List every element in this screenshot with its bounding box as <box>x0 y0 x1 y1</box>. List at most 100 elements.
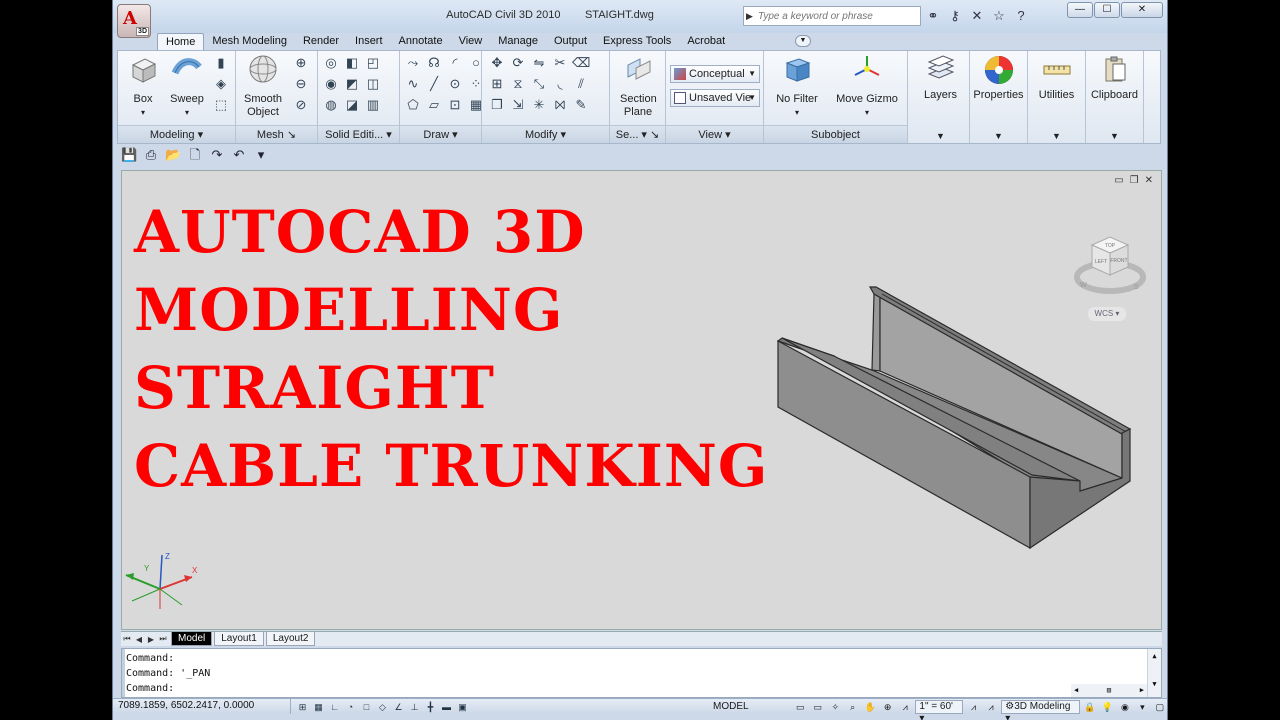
box-button[interactable]: Box ▾ <box>122 53 164 119</box>
panel-utilities[interactable]: Utilities ▼ <box>1028 51 1086 143</box>
move-gizmo-button[interactable]: Move Gizmo ▾ <box>830 53 904 119</box>
visual-style-dropdown[interactable]: Conceptual ▼ <box>670 65 760 83</box>
viewcube[interactable]: TOP LEFT FRONT W S <box>1070 227 1150 317</box>
command-line-hscrollbar[interactable]: ◀ ▥ ▶ <box>1071 684 1147 697</box>
redo-icon[interactable]: ↷ <box>209 147 225 163</box>
explode-icon[interactable]: ✳ <box>530 96 548 114</box>
no-filter-button[interactable]: No Filter ▾ <box>768 53 826 119</box>
ortho-toggle-icon[interactable]: ∟ <box>327 700 342 714</box>
3d-move-icon[interactable]: ✥ <box>488 54 506 72</box>
rectangle-icon[interactable]: ▱ <box>425 96 443 114</box>
union-icon[interactable]: ⬚ <box>212 96 230 114</box>
smooth-less-icon[interactable]: ⊖ <box>292 75 310 93</box>
tab-layout2[interactable]: Layout2 <box>265 632 316 646</box>
expand-arrow-icon[interactable]: ▶ <box>746 8 758 24</box>
binoculars-icon[interactable]: ⚭ <box>923 6 943 26</box>
tab-express-tools[interactable]: Express Tools <box>595 33 679 50</box>
dyn-toggle-icon[interactable]: ╋ <box>423 700 438 714</box>
panel-clipboard[interactable]: Clipboard ▼ <box>1086 51 1144 143</box>
3dosnap-toggle-icon[interactable]: ◇ <box>375 700 390 714</box>
qp-toggle-icon[interactable]: ▣ <box>455 700 470 714</box>
smooth-more-icon[interactable]: ⊕ <box>292 54 310 72</box>
tab-render[interactable]: Render <box>295 33 347 50</box>
tab-model[interactable]: Model <box>171 632 213 646</box>
scroll-left-icon[interactable]: ◀ <box>1074 683 1078 698</box>
section-plane-button[interactable]: Section Plane <box>614 53 662 119</box>
key-icon[interactable]: ⚷ <box>945 6 965 26</box>
panel-section-title[interactable]: Se... ▾ ↘ <box>610 125 665 143</box>
workspace-switch[interactable]: ⚙3D Modeling ▾ <box>1001 699 1080 720</box>
save-icon[interactable]: 💾 <box>121 147 137 163</box>
sweep-button[interactable]: Sweep ▾ <box>166 53 208 119</box>
panel-subobject-title[interactable]: Subobject <box>764 125 907 143</box>
next-layout-icon[interactable]: ▶ <box>145 635 157 644</box>
print-icon[interactable]: ⎙ <box>143 147 159 163</box>
scroll-thumb[interactable]: ▥ <box>1107 683 1111 698</box>
helix-icon[interactable]: ☊ <box>425 54 443 72</box>
3d-array-icon[interactable]: ⊞ <box>488 75 506 93</box>
mirror-icon[interactable]: ⧖ <box>509 75 527 93</box>
qat-dropdown-icon[interactable]: ▾ <box>253 147 269 163</box>
panel-mesh-title[interactable]: Mesh ↘ <box>236 125 317 143</box>
help-icon[interactable]: ? <box>1011 6 1031 26</box>
hardware-accel-icon[interactable]: 💡 <box>1100 700 1114 714</box>
steeringwheel-icon[interactable]: ✧ <box>828 700 842 714</box>
stretch-icon[interactable]: ⇲ <box>509 96 527 114</box>
ellipse-icon[interactable]: ⊙ <box>446 75 464 93</box>
smooth-object-button[interactable]: Smooth Object <box>240 53 286 119</box>
offset-icon[interactable]: ⫽ <box>572 75 590 93</box>
communication-center-icon[interactable]: ✕ <box>967 6 987 26</box>
command-line[interactable]: Command: Command: '_PAN Command: ▲ ▼ ◀ ▥ ▶ <box>121 648 1162 698</box>
tab-output[interactable]: Output <box>546 33 595 50</box>
application-menu-button[interactable]: A 3D <box>117 4 151 38</box>
union-solid-icon[interactable]: ◎ <box>322 54 340 72</box>
last-layout-icon[interactable]: ⏭ <box>157 634 169 644</box>
prev-layout-icon[interactable]: ◀ <box>133 635 145 644</box>
scroll-right-icon[interactable]: ▶ <box>1140 683 1144 698</box>
extrude-faces-icon[interactable]: ◫ <box>364 75 382 93</box>
polygon-icon[interactable]: ⬠ <box>404 96 422 114</box>
new-icon[interactable]: 🗋 <box>187 147 203 163</box>
tab-acrobat[interactable]: Acrobat <box>679 33 733 50</box>
extrude-icon[interactable]: ▮ <box>212 54 230 72</box>
subtract-icon[interactable]: ◉ <box>322 75 340 93</box>
saved-view-dropdown[interactable]: Unsaved Vie ▼ <box>670 89 760 107</box>
tab-mesh-modeling[interactable]: Mesh Modeling <box>204 33 295 50</box>
copy-icon[interactable]: ❐ <box>488 96 506 114</box>
arc-icon[interactable]: ◜ <box>446 54 464 72</box>
panel-properties[interactable]: Properties ▼ <box>970 51 1028 143</box>
separate-icon[interactable]: ◧ <box>343 54 361 72</box>
status-menu-icon[interactable]: ▾ <box>1135 700 1149 714</box>
scale-icon[interactable]: ⤡ <box>530 75 548 93</box>
panel-draw-title[interactable]: Draw ▾ <box>400 125 481 143</box>
3d-align-icon[interactable]: ⇋ <box>530 54 548 72</box>
ribbon-minimize-toggle[interactable]: ▼ <box>795 35 811 47</box>
spline-icon[interactable]: ∿ <box>404 75 422 93</box>
model-space-toggle[interactable]: MODEL <box>713 699 749 714</box>
shell-icon[interactable]: ▥ <box>364 96 382 114</box>
slice-icon[interactable]: ◩ <box>343 75 361 93</box>
quick-view-layouts-icon[interactable]: ▭ <box>793 700 807 714</box>
first-layout-icon[interactable]: ⏮ <box>121 634 133 644</box>
grid-toggle-icon[interactable]: ▦ <box>311 700 326 714</box>
showmotion-icon[interactable]: ⌕ <box>845 700 859 714</box>
matchprop-icon[interactable]: ✎ <box>572 96 590 114</box>
panel-modeling-title[interactable]: Modeling ▾ <box>118 125 235 143</box>
wcs-menu[interactable]: WCS ▾ <box>1088 307 1126 321</box>
presspull-icon[interactable]: ◈ <box>212 75 230 93</box>
command-line-grip[interactable] <box>122 649 125 697</box>
tab-view[interactable]: View <box>451 33 491 50</box>
clean-screen-icon[interactable]: ▢ <box>1153 700 1167 714</box>
line-icon[interactable]: ╱ <box>425 75 443 93</box>
annotation-scale-dropdown[interactable]: 1" = 60' ▾ <box>915 699 964 720</box>
3d-rotate-icon[interactable]: ⟳ <box>509 54 527 72</box>
isolate-objects-icon[interactable]: ◉ <box>1118 700 1132 714</box>
tab-layout1[interactable]: Layout1 <box>214 632 264 646</box>
tab-manage[interactable]: Manage <box>490 33 546 50</box>
tab-home[interactable]: Home <box>157 33 205 50</box>
panel-modify-title[interactable]: Modify ▾ <box>482 125 609 143</box>
intersect-icon[interactable]: ◍ <box>322 96 340 114</box>
undo-icon[interactable]: ↶ <box>231 147 247 163</box>
tab-insert[interactable]: Insert <box>347 33 391 50</box>
pan-icon[interactable]: ✋ <box>863 700 877 714</box>
